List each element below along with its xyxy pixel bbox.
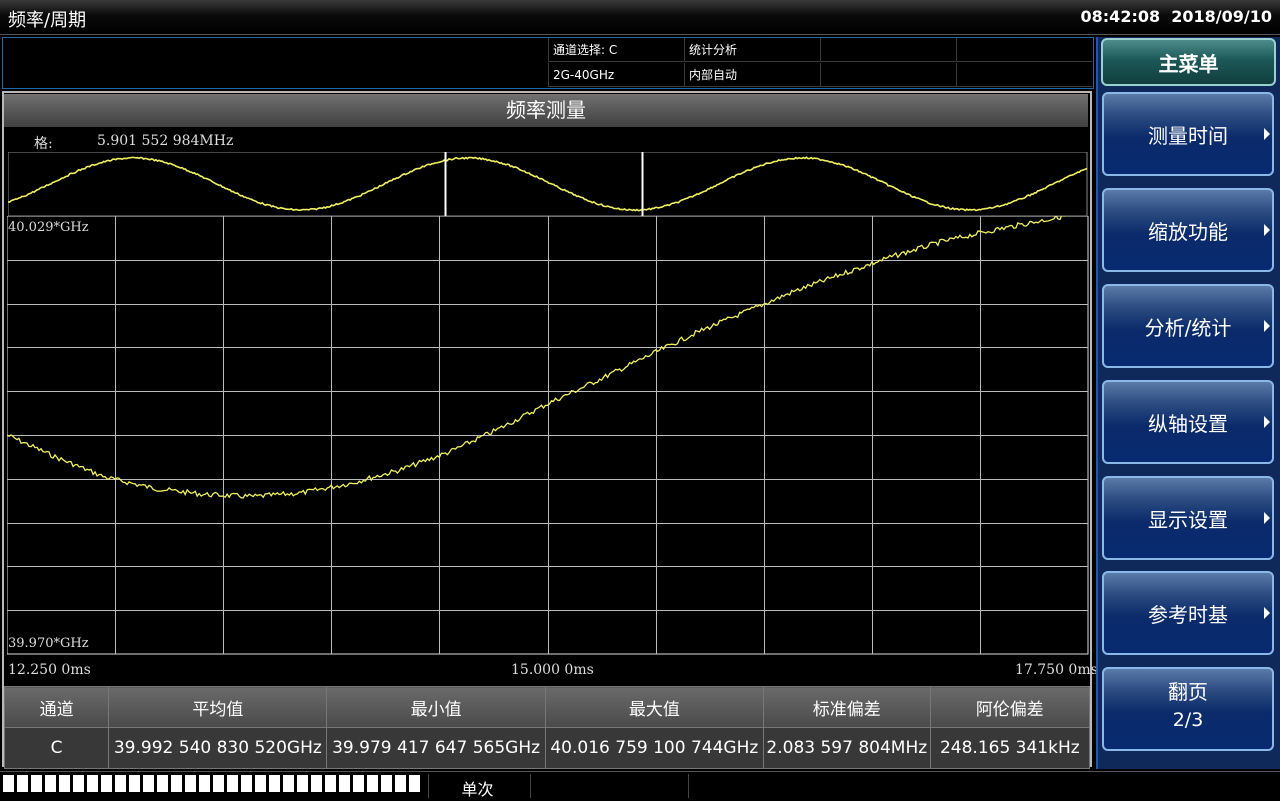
analysis-stats-label: 分析/统计 [1144, 316, 1232, 340]
submenu-arrow-icon [1264, 320, 1270, 332]
header-max: 最大值 [544, 686, 764, 728]
reference-timebase-label: 参考时基 [1148, 603, 1228, 627]
submenu-arrow-icon [1264, 607, 1270, 619]
progress-segment [129, 775, 140, 792]
submenu-arrow-icon [1264, 128, 1270, 140]
header-channel: 通道 [3, 686, 110, 728]
trigger-info: 内部自动 [684, 63, 820, 87]
main-chart[interactable]: 40.029*GHz 39.970*GHz [7, 216, 1089, 656]
progress-segment [339, 775, 350, 792]
y-axis-settings-button[interactable]: 纵轴设置 [1102, 380, 1274, 464]
page-flip-button[interactable]: 翻页 2/3 [1102, 667, 1274, 751]
progress-segment [409, 775, 420, 792]
stats-table: 通道 平均值 最小值 最大值 标准偏差 阿伦偏差 C 39.992 540 83… [3, 686, 1091, 769]
progress-segment [157, 775, 168, 792]
status-divider [530, 774, 531, 798]
channel-select-info: 通道选择: C [548, 38, 684, 62]
status-divider [428, 774, 429, 798]
info-cell-empty-3 [820, 63, 956, 87]
header-allan-dev: 阿伦偏差 [929, 686, 1091, 728]
progress-segment [255, 775, 266, 792]
submenu-arrow-icon [1264, 416, 1270, 428]
submenu-arrow-icon [1264, 224, 1270, 236]
progress-segment [87, 775, 98, 792]
cell-mean: 39.992 540 830 520GHz [108, 727, 328, 769]
stats-header-row: 通道 平均值 最小值 最大值 标准偏差 阿伦偏差 [3, 686, 1091, 728]
progress-segment [45, 775, 56, 792]
clock: 08:42:08 2018/09/10 [1081, 7, 1272, 26]
measure-time-button[interactable]: 测量时间 [1102, 92, 1274, 176]
grid-label: 格: [34, 136, 53, 152]
zoom-function-button[interactable]: 缩放功能 [1102, 188, 1274, 272]
progress-segment [325, 775, 336, 792]
cell-max: 40.016 759 100 744GHz [544, 727, 764, 769]
progress-segment [143, 775, 154, 792]
display-settings-label: 显示设置 [1148, 508, 1228, 532]
progress-segment [73, 775, 84, 792]
info-cell-empty-4 [956, 63, 1092, 87]
progress-segment [171, 775, 182, 792]
band-info: 2G-40GHz [548, 63, 684, 87]
progress-segment [283, 775, 294, 792]
overview-frame [8, 152, 1088, 216]
progress-segment [59, 775, 70, 792]
progress-segment [395, 775, 406, 792]
progress-segment [297, 775, 308, 792]
progress-segment [241, 775, 252, 792]
progress-segment [199, 775, 210, 792]
progress-segment [17, 775, 28, 792]
panel-title: 频率测量 [4, 94, 1088, 127]
progress-segment [115, 775, 126, 792]
overview-chart[interactable] [8, 152, 1088, 216]
status-divider [688, 774, 689, 798]
header-std-dev: 标准偏差 [762, 686, 931, 728]
info-strip: 通道选择: C 统计分析 2G-40GHz 内部自动 [2, 37, 1094, 89]
date-text: 2018/09/10 [1171, 7, 1272, 26]
progress-segment [185, 775, 196, 792]
header-mean: 平均值 [108, 686, 328, 728]
progress-segment [3, 775, 14, 792]
cell-channel: C [3, 727, 110, 769]
progress-segment [101, 775, 112, 792]
page-flip-label: 翻页 [1168, 680, 1208, 704]
cell-std-dev: 2.083 597 804MHz [762, 727, 931, 769]
info-cell-empty-1 [820, 38, 956, 62]
measure-time-label: 测量时间 [1148, 124, 1228, 148]
progress-segment [381, 775, 392, 792]
progress-segment [367, 775, 378, 792]
zoom-function-label: 缩放功能 [1148, 220, 1228, 244]
progress-segment [353, 775, 364, 792]
x-mid-label: 15.000 0ms [511, 662, 594, 678]
y-top-label: 40.029*GHz [8, 220, 89, 235]
submenu-arrow-icon [1264, 512, 1270, 524]
y-axis-settings-label: 纵轴设置 [1148, 412, 1228, 436]
x-right-label: 17.750 0ms [1015, 662, 1098, 678]
cell-allan-dev: 248.165 341kHz [929, 727, 1091, 769]
analysis-stats-button[interactable]: 分析/统计 [1102, 284, 1274, 368]
reference-timebase-button[interactable]: 参考时基 [1102, 571, 1274, 655]
cell-min: 39.979 417 647 565GHz [326, 727, 546, 769]
progress-segment [213, 775, 224, 792]
table-row: C 39.992 540 830 520GHz 39.979 417 647 5… [3, 727, 1091, 769]
header-min: 最小值 [326, 686, 546, 728]
main-menu-button[interactable]: 主菜单 [1101, 38, 1276, 86]
time-text: 08:42:08 [1080, 7, 1161, 26]
analysis-info: 统计分析 [684, 38, 820, 62]
page-number: 2/3 [1172, 709, 1204, 731]
y-bottom-label: 39.970*GHz [8, 636, 89, 651]
info-cell-empty-2 [956, 38, 1092, 62]
window-title: 频率/周期 [8, 10, 87, 31]
acquisition-mode: 单次 [461, 780, 494, 799]
grid-value: 5.901 552 984MHz [97, 133, 234, 149]
progress-segment [31, 775, 42, 792]
display-settings-button[interactable]: 显示设置 [1102, 476, 1274, 560]
progress-segment [227, 775, 238, 792]
progress-segment [311, 775, 322, 792]
x-left-label: 12.250 0ms [8, 662, 91, 678]
progress-segment [269, 775, 280, 792]
